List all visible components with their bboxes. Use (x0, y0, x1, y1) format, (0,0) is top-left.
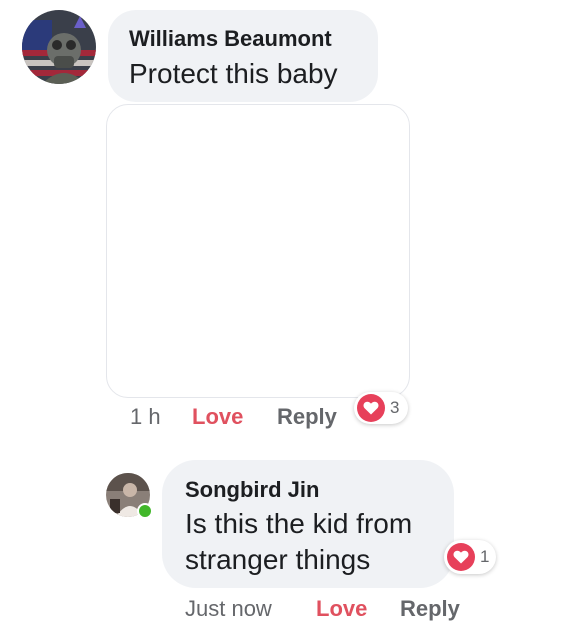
reaction-summary[interactable]: 3 (354, 392, 408, 424)
comment-timestamp[interactable]: 1 h (130, 404, 161, 430)
avatar-williams-beaumont[interactable] (22, 10, 96, 84)
comment-text: Is this the kid from stranger things (185, 508, 413, 575)
reply-link[interactable]: Reply (400, 596, 460, 622)
online-status-indicator (137, 503, 153, 519)
reaction-summary[interactable]: 1 (444, 540, 496, 574)
heart-icon (357, 394, 385, 422)
comment-timestamp[interactable]: Just now (185, 596, 272, 622)
love-reaction-link[interactable]: Love (192, 404, 243, 430)
comment-text: Protect this baby (129, 58, 338, 89)
comment-image-attachment[interactable] (106, 104, 410, 398)
love-reaction-link[interactable]: Love (316, 596, 367, 622)
reaction-count: 3 (390, 398, 400, 417)
reply-link[interactable]: Reply (277, 404, 337, 430)
reaction-count: 1 (480, 547, 490, 566)
comment-author[interactable]: Songbird Jin (185, 477, 319, 503)
comment-author[interactable]: Williams Beaumont (129, 26, 332, 52)
heart-icon (447, 543, 475, 571)
